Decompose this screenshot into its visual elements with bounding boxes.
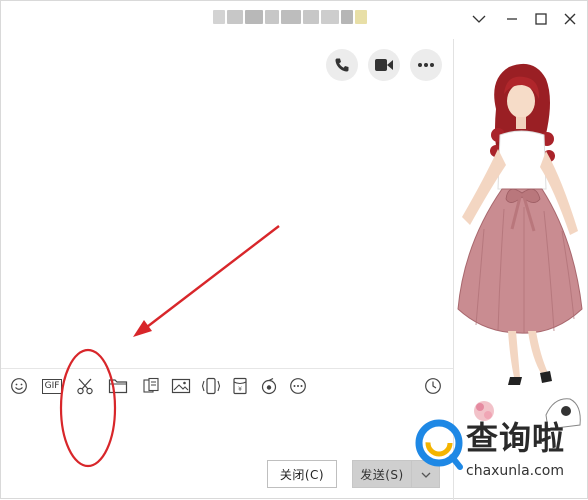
video-call-icon [375,59,393,71]
more-tools-button[interactable] [286,375,310,397]
emoji-button[interactable] [7,375,31,397]
more-options-button[interactable] [410,49,442,81]
shake-icon [201,377,221,395]
image-button[interactable] [169,375,193,397]
red-packet-icon: ¥ [233,377,247,395]
shake-button[interactable] [199,375,223,397]
music-button[interactable] [257,375,281,397]
site-watermark: 查询啦 chaxunla.com [414,411,588,491]
image-icon [171,378,191,394]
phone-call-button[interactable] [326,49,358,81]
chat-window: GIF ¥ 关闭(C) 发送(S) 查询啦 chaxunla.com [0,0,588,500]
watermark-domain: chaxunla.com [466,463,564,479]
send-button[interactable]: 发送(S) [352,460,412,488]
more-icon [290,378,306,394]
close-icon[interactable] [554,7,586,31]
more-icon [418,63,434,67]
title-bar[interactable] [1,1,587,39]
music-icon [261,377,277,395]
message-input[interactable] [1,401,453,453]
maximize-icon[interactable] [525,7,557,31]
watermark-logo-icon [415,419,463,470]
svg-text:¥: ¥ [238,386,242,393]
window-title-blurred [213,9,368,25]
close-button[interactable]: 关闭(C) [267,460,337,488]
doc-icon [143,377,159,393]
watermark-brand: 查询啦 [466,419,566,457]
red-packet-button[interactable]: ¥ [228,375,252,397]
document-button[interactable] [139,375,163,397]
video-call-button[interactable] [368,49,400,81]
minimize-icon[interactable] [496,7,528,31]
chevron-down-icon[interactable] [463,7,495,31]
emoji-icon [11,378,27,394]
annotation-arrow [133,225,280,337]
phone-icon [335,58,349,72]
clock-icon [425,378,441,394]
history-button[interactable] [421,375,445,397]
